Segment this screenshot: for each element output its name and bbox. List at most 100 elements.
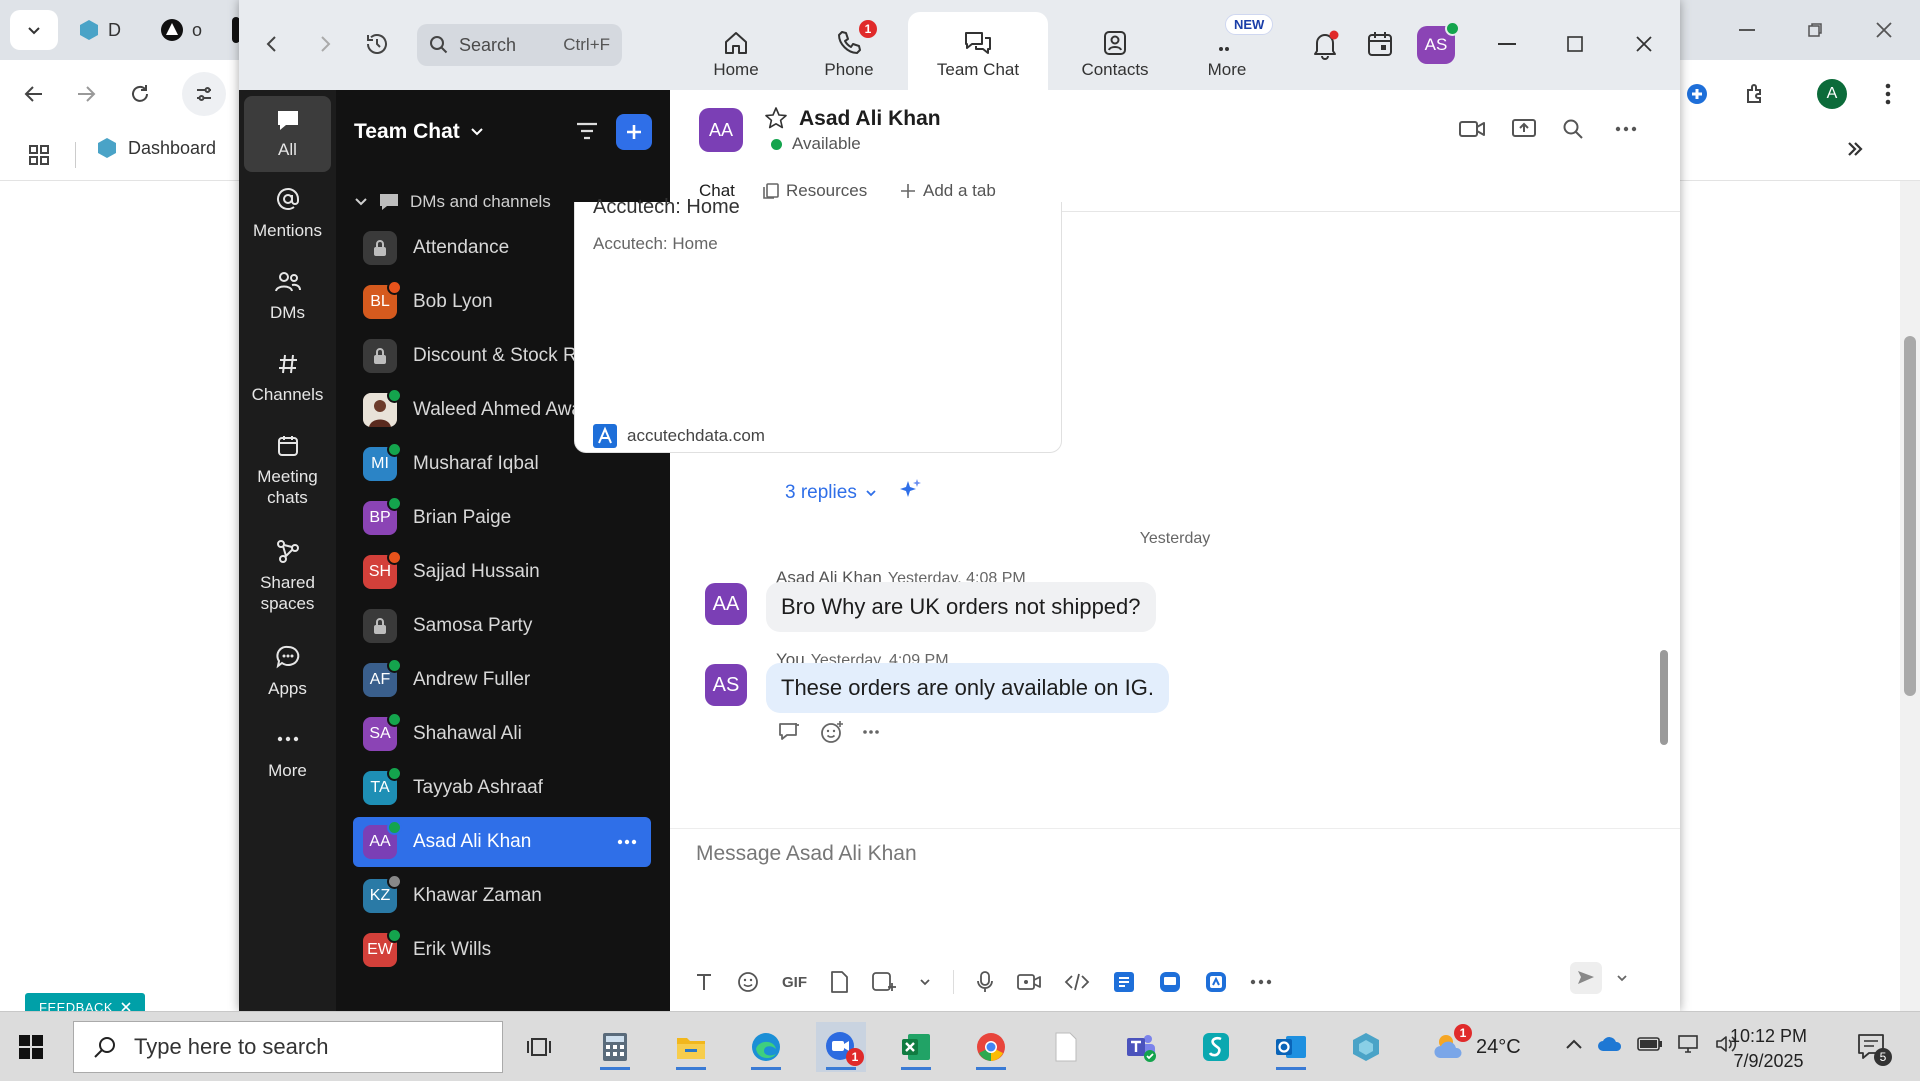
taskbar-calculator[interactable] xyxy=(590,1022,640,1072)
rail-shared-spaces[interactable]: Shared spaces xyxy=(244,538,331,614)
message-bubble-self[interactable]: These orders are only available on IG. xyxy=(766,663,1169,713)
replies-toggle[interactable]: 3 replies xyxy=(785,482,877,504)
reply-button[interactable] xyxy=(778,721,802,743)
rail-dms[interactable]: DMs xyxy=(244,270,331,323)
zoom-back-button[interactable] xyxy=(254,26,290,62)
network-tray-icon[interactable] xyxy=(1677,1034,1701,1054)
notifications-button[interactable] xyxy=(1311,30,1339,60)
extension-icon-button[interactable] xyxy=(1675,72,1719,116)
history-button[interactable] xyxy=(359,26,395,62)
channel-row[interactable]: TA Tayyab Ashraaf xyxy=(353,763,651,813)
dms-channels-section-header[interactable]: DMs and channels xyxy=(354,192,551,212)
row-more-button[interactable] xyxy=(617,839,637,845)
docs-app-button[interactable] xyxy=(1112,970,1136,994)
chat-scrollbar[interactable] xyxy=(1660,650,1668,745)
task-view-button[interactable] xyxy=(515,1022,565,1072)
channel-row[interactable]: SH Sajjad Hussain xyxy=(353,547,651,597)
taskbar-excel[interactable] xyxy=(891,1022,941,1072)
channel-row[interactable]: Samosa Party xyxy=(353,601,651,651)
message-more-button[interactable] xyxy=(862,729,880,735)
gif-button[interactable]: GIF xyxy=(782,974,807,991)
taskbar-notepad[interactable] xyxy=(1041,1022,1091,1072)
compose-more-button[interactable] xyxy=(1250,979,1272,985)
rail-all[interactable]: All xyxy=(244,96,331,172)
browser-tab-1[interactable]: D xyxy=(68,10,131,50)
new-chat-button[interactable] xyxy=(616,114,652,150)
format-text-button[interactable] xyxy=(694,972,714,992)
browser-minimize-button[interactable] xyxy=(1725,8,1769,52)
browser-tab-2[interactable]: o xyxy=(150,10,212,50)
taskbar-teams[interactable] xyxy=(1116,1022,1166,1072)
screenshot-button[interactable] xyxy=(871,970,897,994)
system-clock[interactable]: 10:12 PM 7/9/2025 xyxy=(1730,1024,1807,1074)
site-info-button[interactable] xyxy=(182,72,226,116)
video-call-button[interactable] xyxy=(1458,118,1486,140)
channel-row[interactable]: AA Asad Ali Khan xyxy=(353,817,651,867)
message-input[interactable] xyxy=(696,842,1596,866)
channel-row[interactable]: BP Brian Paige xyxy=(353,493,651,543)
ai-summary-button[interactable] xyxy=(897,477,923,503)
channel-row[interactable]: SA Shahawal Ali xyxy=(353,709,651,759)
extensions-button[interactable] xyxy=(1733,72,1777,116)
taskbar-search[interactable]: Type here to search xyxy=(73,1021,503,1073)
link-card-title[interactable]: Accutech: Home xyxy=(593,196,740,219)
rail-more[interactable]: More xyxy=(244,726,331,781)
zoom-maximize-button[interactable] xyxy=(1551,22,1599,66)
taskbar-edge[interactable] xyxy=(741,1022,791,1072)
voice-message-button[interactable] xyxy=(976,970,994,994)
rail-channels[interactable]: Channels xyxy=(244,352,331,405)
start-button[interactable] xyxy=(18,1034,44,1060)
browser-menu-button[interactable] xyxy=(1866,72,1910,116)
nav-contacts[interactable]: Contacts xyxy=(1060,12,1170,90)
code-snippet-button[interactable] xyxy=(1064,972,1090,992)
browser-back-button[interactable] xyxy=(12,72,56,116)
tab-search-button[interactable] xyxy=(10,10,58,50)
link-card-site[interactable]: accutechdata.com xyxy=(593,424,765,448)
calendar-button[interactable] xyxy=(1366,30,1394,58)
message-avatar-self[interactable]: AS xyxy=(705,664,747,706)
taskbar-outlook[interactable] xyxy=(1266,1022,1316,1072)
channel-row[interactable]: KZ Khawar Zaman xyxy=(353,871,651,921)
emoji-button[interactable] xyxy=(736,970,760,994)
browser-close-button[interactable] xyxy=(1862,8,1906,52)
message-avatar[interactable]: AA xyxy=(705,583,747,625)
browser-forward-button[interactable] xyxy=(64,72,108,116)
nav-phone[interactable]: 1 Phone xyxy=(794,12,904,90)
zoom-forward-button[interactable] xyxy=(307,26,343,62)
scheduler-app-button[interactable] xyxy=(1204,970,1228,994)
search-chat-button[interactable] xyxy=(1562,118,1584,140)
video-message-button[interactable] xyxy=(1016,972,1042,992)
more-bookmarks-button[interactable] xyxy=(1842,136,1868,162)
channel-row[interactable]: AF Andrew Fuller xyxy=(353,655,651,705)
rail-meeting-chats[interactable]: Meeting chats xyxy=(244,434,331,508)
page-scrollbar-thumb[interactable] xyxy=(1904,336,1916,696)
add-reaction-button[interactable] xyxy=(820,720,844,744)
chat-more-button[interactable] xyxy=(1615,126,1637,132)
nav-home[interactable]: Home xyxy=(681,12,791,90)
taskbar-chrome[interactable] xyxy=(966,1022,1016,1072)
taskbar-app-hex[interactable] xyxy=(1341,1022,1391,1072)
team-chat-header[interactable]: Team Chat xyxy=(354,120,484,144)
page-scrollbar[interactable] xyxy=(1900,181,1920,1011)
send-button[interactable] xyxy=(1570,962,1602,994)
profile-button[interactable]: A xyxy=(1810,72,1854,116)
weather-widget[interactable]: 1 24°C xyxy=(1432,1024,1521,1064)
zoom-close-button[interactable] xyxy=(1620,22,1668,66)
contact-name[interactable]: Asad Ali Khan xyxy=(799,107,941,131)
rail-mentions[interactable]: Mentions xyxy=(244,186,331,241)
share-screen-button[interactable] xyxy=(1511,118,1537,140)
contact-avatar[interactable]: AA xyxy=(699,108,743,152)
link-preview-card[interactable]: Accutech: Home Accutech: Home accutechda… xyxy=(574,196,1062,453)
onedrive-tray-icon[interactable] xyxy=(1597,1035,1623,1053)
favorite-star-button[interactable] xyxy=(764,106,788,130)
filter-button[interactable] xyxy=(574,118,600,144)
nav-more[interactable]: NEW More xyxy=(1172,12,1282,90)
attach-file-button[interactable] xyxy=(829,970,849,994)
tray-chevron-button[interactable] xyxy=(1565,1038,1583,1050)
send-options-button[interactable] xyxy=(1616,972,1628,984)
screenshot-options-button[interactable] xyxy=(919,976,931,988)
message-bubble[interactable]: Bro Why are UK orders not shipped? xyxy=(766,582,1156,632)
notification-center-button[interactable]: 5 xyxy=(1856,1032,1892,1066)
rail-apps[interactable]: Apps xyxy=(244,644,331,699)
taskbar-app-s[interactable] xyxy=(1191,1022,1241,1072)
